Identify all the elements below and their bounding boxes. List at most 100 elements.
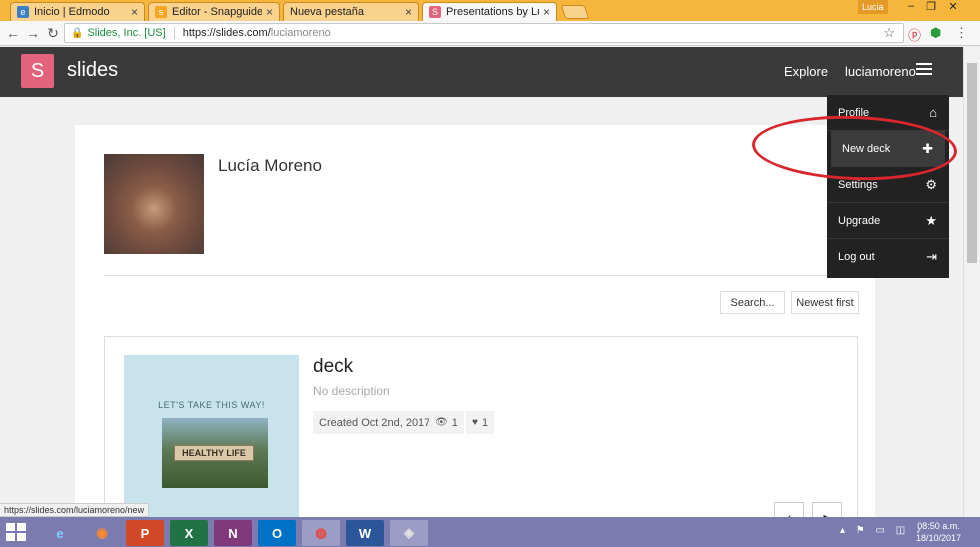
- excel-icon[interactable]: X: [170, 520, 208, 546]
- pinterest-icon[interactable]: ⓟ: [908, 25, 921, 44]
- close-icon[interactable]: ×: [266, 5, 273, 19]
- gear-icon: ⚙: [925, 176, 937, 192]
- deck-created-badge: Created Oct 2nd, 2017: [313, 411, 437, 434]
- thumbnail-photo: HEALTHY LIFE: [162, 418, 268, 488]
- views-count: 1: [451, 416, 458, 429]
- heart-icon: ♥: [472, 417, 478, 428]
- logout-icon: ⇥: [926, 249, 937, 264]
- url-path: luciamoreno: [270, 27, 331, 39]
- bookmark-star-icon[interactable]: ☆: [883, 25, 895, 41]
- tab-title: Inicio | Edmodo: [34, 6, 110, 18]
- thumbnail-sign: HEALTHY LIFE: [174, 445, 254, 461]
- taskbar-clock[interactable]: 08:50 a.m. 18/10/2017: [916, 520, 961, 544]
- back-arrow-icon[interactable]: ←: [5, 25, 21, 41]
- new-tab-button[interactable]: [560, 5, 590, 19]
- chrome-icon[interactable]: ◍: [302, 520, 340, 546]
- forward-arrow-icon[interactable]: →: [25, 25, 41, 41]
- edmodo-icon: e: [17, 6, 29, 18]
- close-icon[interactable]: ×: [131, 5, 138, 19]
- menu-item-label: Profile: [838, 106, 870, 119]
- internet-explorer-icon[interactable]: e: [41, 520, 79, 546]
- slides-logo-icon[interactable]: S: [21, 54, 54, 88]
- close-icon[interactable]: ×: [543, 5, 550, 19]
- page-scrollbar[interactable]: [963, 47, 980, 517]
- profile-card: Lucía Moreno Search... Newest first LET'…: [75, 125, 875, 517]
- hamburger-menu-icon[interactable]: [916, 63, 932, 77]
- user-dropdown-menu: Profile ⌂ New deck ✚ Settings ⚙ Upgrade …: [827, 95, 949, 278]
- outlook-icon[interactable]: O: [258, 520, 296, 546]
- menu-item-profile[interactable]: Profile ⌂: [827, 95, 949, 131]
- deck-description: No description: [313, 384, 390, 398]
- logo-text[interactable]: slides: [67, 59, 118, 82]
- clock-time: 08:50 a.m.: [917, 521, 960, 531]
- close-icon[interactable]: ×: [405, 5, 412, 19]
- plus-icon: ✚: [922, 140, 933, 156]
- tab-new-tab[interactable]: Nueva pestaña ×: [283, 2, 419, 21]
- nav-user-link[interactable]: luciamoreno: [845, 64, 916, 79]
- chrome-menu-icon[interactable]: ⋮: [955, 25, 968, 41]
- logo-letter: S: [30, 60, 45, 82]
- next-page-button[interactable]: ▸: [812, 502, 842, 517]
- minimize-icon[interactable]: –: [902, 0, 920, 12]
- tab-title: Editor - Snapguide: [172, 6, 262, 18]
- window-close-icon[interactable]: ✕: [944, 0, 962, 13]
- profile-name: Lucia: [862, 2, 884, 12]
- scrollbar-thumb[interactable]: [967, 63, 977, 263]
- menu-item-label: Settings: [838, 178, 878, 191]
- powerpoint-icon[interactable]: P: [126, 520, 164, 546]
- deck-title[interactable]: deck: [313, 356, 353, 378]
- slides-icon: S: [429, 6, 441, 18]
- page-viewport: S slides Explore luciamoreno Lucía Moren…: [0, 47, 963, 517]
- menu-item-upgrade[interactable]: Upgrade ★: [827, 203, 949, 239]
- menu-item-label: Upgrade: [838, 214, 881, 227]
- firefox-icon[interactable]: ◉: [83, 520, 121, 546]
- sort-label: Newest first: [796, 296, 854, 309]
- menu-item-label: Log out: [838, 251, 875, 263]
- search-label: Search...: [730, 296, 775, 309]
- nav-explore-link[interactable]: Explore: [784, 64, 828, 79]
- divider: [104, 275, 858, 276]
- deck-thumbnail[interactable]: LET'S TAKE THIS WAY! HEALTHY LIFE: [124, 355, 299, 517]
- lock-icon: 🔒: [71, 27, 84, 39]
- menu-item-label: New deck: [842, 142, 891, 155]
- avatar: [104, 154, 204, 254]
- windows-taskbar: e ◉ P X N O ◍ W ◈ ▴ ⚑ ▭ ◫ ♪ 08:50 a.m. 1…: [0, 517, 980, 547]
- deck-likes-badge: ♥ 1: [466, 411, 495, 434]
- tab-edmodo[interactable]: e Inicio | Edmodo ×: [10, 2, 145, 21]
- word-icon[interactable]: W: [346, 520, 384, 546]
- windows-start-icon[interactable]: [6, 523, 26, 541]
- url-base: https://slides.com/: [182, 27, 271, 39]
- star-icon: ★: [925, 212, 937, 228]
- address-bar[interactable]: 🔒 Slides, Inc. [US] https://slides.com/ …: [64, 23, 904, 43]
- tab-presentations[interactable]: S Presentations by Lucía M ×: [422, 2, 557, 21]
- reload-icon[interactable]: ↻: [45, 25, 61, 42]
- status-bar-url: https://slides.com/luciamoreno/new: [0, 503, 150, 517]
- tab-title: Presentations by Lucía M: [446, 6, 539, 18]
- maximize-icon[interactable]: ❐: [922, 0, 940, 13]
- menu-item-new-deck[interactable]: New deck ✚: [831, 131, 945, 167]
- browser-toolbar: ← → ↻ 🔒 Slides, Inc. [US] https://slides…: [0, 21, 980, 46]
- deck-card[interactable]: LET'S TAKE THIS WAY! HEALTHY LIFE deck N…: [104, 336, 858, 517]
- security-label: Slides, Inc. [US]: [87, 27, 166, 39]
- tab-snapguide[interactable]: s Editor - Snapguide ×: [148, 2, 280, 21]
- extension-icon[interactable]: ⬢: [930, 25, 941, 41]
- snapguide-icon: s: [155, 6, 167, 18]
- profile-name: Lucía Moreno: [218, 156, 322, 175]
- tab-title: Nueva pestaña: [290, 6, 364, 18]
- clock-date: 18/10/2017: [916, 533, 962, 543]
- created-label: Created Oct 2nd, 2017: [319, 416, 431, 429]
- home-icon: ⌂: [929, 105, 937, 120]
- eye-icon: 👁: [435, 417, 448, 428]
- search-button[interactable]: Search...: [720, 291, 785, 314]
- prev-page-button[interactable]: ‹: [774, 502, 804, 517]
- deck-views-badge: 👁 1: [429, 411, 464, 434]
- thumbnail-caption: LET'S TAKE THIS WAY!: [158, 400, 265, 410]
- system-tray-icons[interactable]: ▴ ⚑ ▭ ◫ ♪: [840, 525, 925, 536]
- chrome-profile-button[interactable]: Lucia: [858, 0, 888, 14]
- menu-item-log-out[interactable]: Log out ⇥: [827, 239, 949, 275]
- app-icon[interactable]: ◈: [390, 520, 428, 546]
- sort-button[interactable]: Newest first: [791, 291, 859, 314]
- menu-item-settings[interactable]: Settings ⚙: [827, 167, 949, 203]
- site-header: S slides Explore luciamoreno: [0, 47, 963, 97]
- onenote-icon[interactable]: N: [214, 520, 252, 546]
